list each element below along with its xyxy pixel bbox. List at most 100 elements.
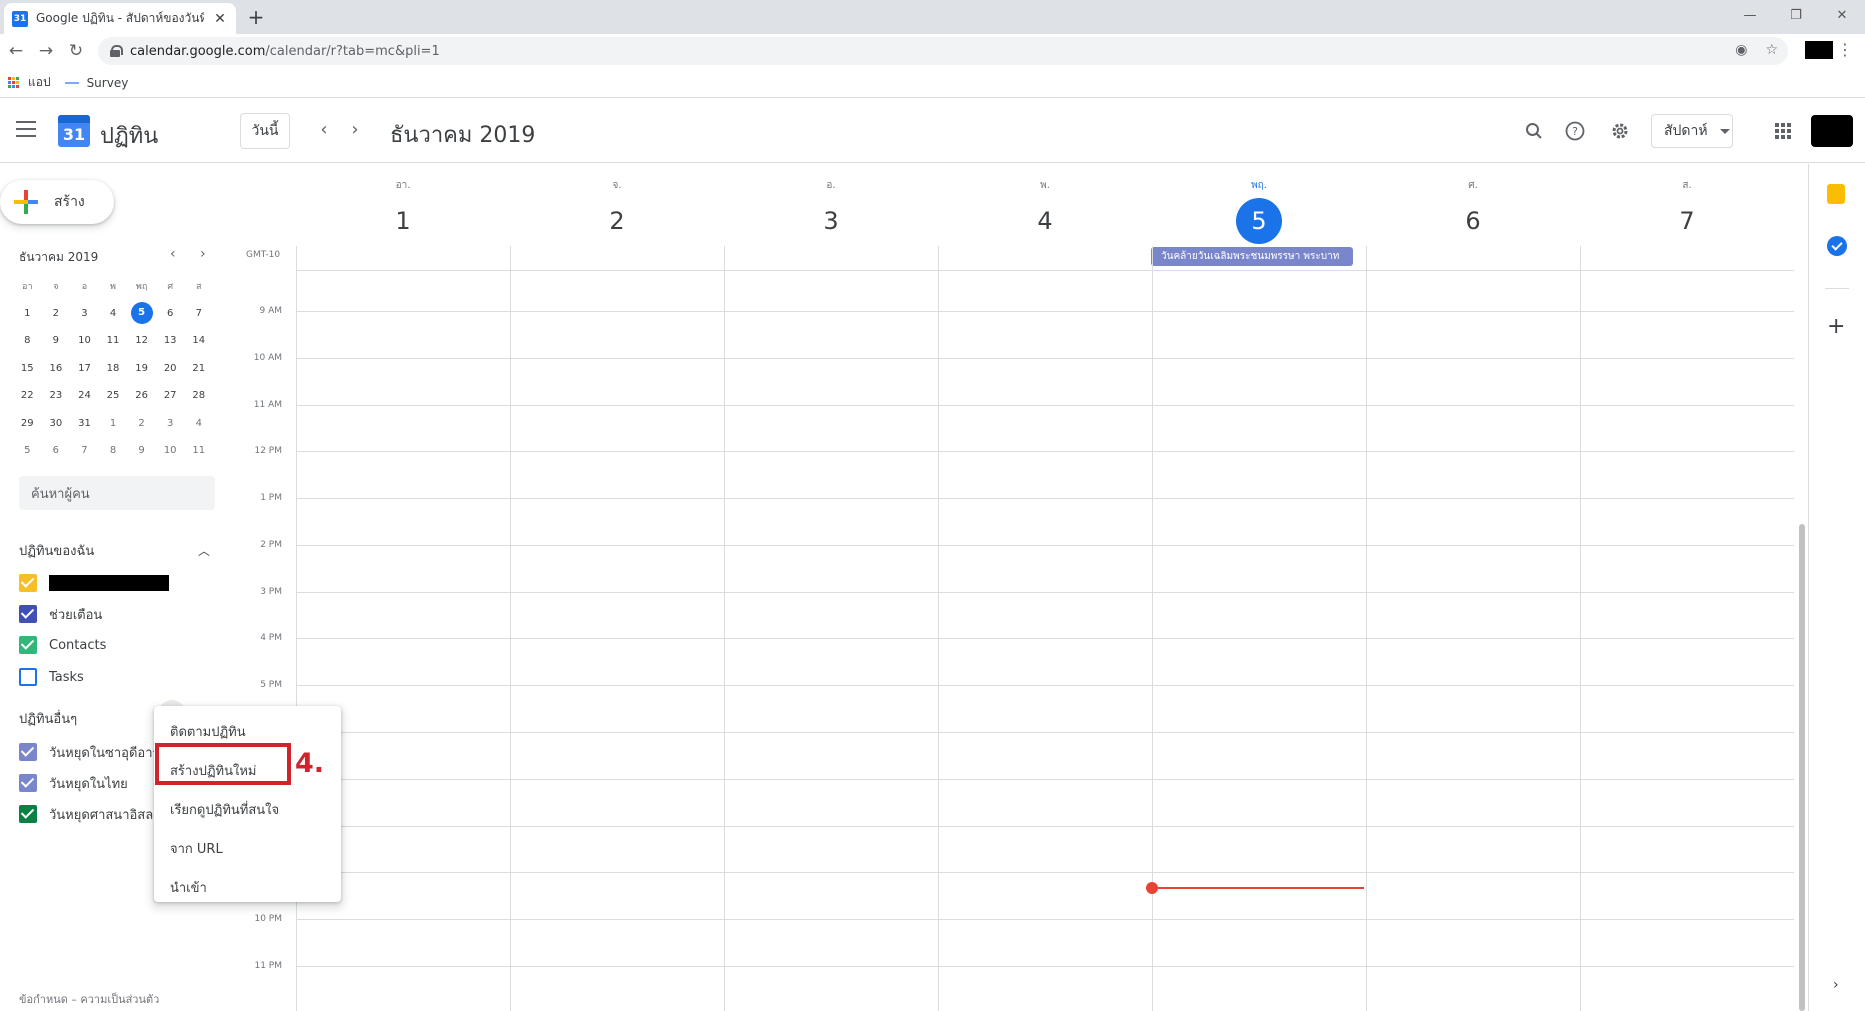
mini-next-month-icon[interactable]: ›: [200, 246, 206, 262]
restore-icon[interactable]: ❐: [1773, 0, 1819, 30]
mini-day[interactable]: 9: [127, 445, 156, 456]
mini-day[interactable]: 14: [184, 335, 213, 346]
window-close-icon[interactable]: ✕: [1819, 0, 1865, 30]
mini-day[interactable]: 6: [42, 445, 71, 456]
mini-day[interactable]: 5: [13, 445, 42, 456]
calendar-item[interactable]: [19, 572, 169, 594]
day-header-today[interactable]: พฤ. 5: [1152, 178, 1366, 244]
day-number-today[interactable]: 5: [1236, 198, 1282, 244]
bookmark-apps[interactable]: แอป: [8, 73, 51, 92]
mini-day[interactable]: 7: [184, 308, 213, 319]
reload-icon[interactable]: ↻: [62, 37, 90, 65]
mini-day[interactable]: 28: [184, 390, 213, 401]
gear-icon[interactable]: [1606, 117, 1634, 145]
eye-icon[interactable]: ◉: [1735, 42, 1747, 58]
back-arrow-icon[interactable]: ←: [2, 37, 30, 65]
day-number[interactable]: 3: [808, 198, 854, 244]
mini-day[interactable]: 29: [13, 418, 42, 429]
mini-day[interactable]: 11: [184, 445, 213, 456]
day-number[interactable]: 6: [1450, 198, 1496, 244]
mini-day[interactable]: 24: [70, 390, 99, 401]
calendar-item[interactable]: Tasks: [19, 666, 84, 688]
calendar-item[interactable]: ช่วยเตือน: [19, 603, 102, 625]
forward-arrow-icon[interactable]: →: [32, 37, 60, 65]
mini-day[interactable]: 25: [99, 390, 128, 401]
browser-tab[interactable]: 31 Google ปฏิทิน - สัปดาห์ของวันที่ 1 ธั…: [4, 3, 236, 34]
mini-day[interactable]: 4: [184, 418, 213, 429]
day-number[interactable]: 4: [1022, 198, 1068, 244]
mini-day[interactable]: 10: [156, 445, 185, 456]
checkbox[interactable]: [19, 574, 37, 592]
mini-day[interactable]: 7: [70, 445, 99, 456]
mini-day[interactable]: 11: [99, 335, 128, 346]
menu-item-from-url[interactable]: จาก URL: [154, 829, 341, 868]
mini-day[interactable]: 23: [42, 390, 71, 401]
day-header[interactable]: ส. 7: [1580, 178, 1794, 244]
mini-day[interactable]: 30: [42, 418, 71, 429]
browser-menu-icon[interactable]: ⋮: [1837, 40, 1853, 59]
google-apps-icon[interactable]: [1775, 123, 1791, 139]
mini-day[interactable]: 1: [99, 418, 128, 429]
calendar-item[interactable]: วันหยุดศาสนาอิสลาม: [19, 803, 169, 825]
mini-day[interactable]: 4: [99, 308, 128, 319]
checkbox[interactable]: [19, 668, 37, 686]
mini-day[interactable]: 8: [99, 445, 128, 456]
mini-day[interactable]: 17: [70, 363, 99, 374]
day-header[interactable]: อ. 3: [724, 178, 938, 244]
view-selector[interactable]: สัปดาห์: [1651, 114, 1733, 148]
day-number[interactable]: 1: [380, 198, 426, 244]
address-bar[interactable]: calendar.google.com/calendar/r?tab=mc&pl…: [98, 37, 1788, 65]
close-icon[interactable]: ✕: [212, 11, 228, 27]
create-button[interactable]: สร้าง: [0, 180, 114, 224]
today-button[interactable]: วันนี้: [240, 113, 290, 149]
mini-day[interactable]: 8: [13, 335, 42, 346]
menu-item-browse-calendars[interactable]: เรียกดูปฏิทินที่สนใจ: [154, 790, 341, 829]
browser-profile-avatar[interactable]: [1805, 41, 1833, 59]
mini-day[interactable]: 18: [99, 363, 128, 374]
chevron-up-icon[interactable]: ︿: [198, 542, 210, 559]
search-icon[interactable]: [1520, 117, 1548, 145]
chevron-right-icon[interactable]: ›: [1833, 977, 1839, 993]
help-icon[interactable]: ?: [1561, 117, 1589, 145]
mini-day[interactable]: 6: [156, 308, 185, 319]
day-header[interactable]: พ. 4: [938, 178, 1152, 244]
keep-icon[interactable]: [1827, 184, 1845, 204]
mini-day[interactable]: 9: [42, 335, 71, 346]
week-grid[interactable]: [296, 246, 1794, 1011]
checkbox[interactable]: [19, 774, 37, 792]
mini-day[interactable]: 1: [13, 308, 42, 319]
mini-day[interactable]: 2: [42, 308, 71, 319]
avatar[interactable]: [1811, 115, 1853, 147]
mini-day[interactable]: 3: [70, 308, 99, 319]
mini-day[interactable]: 20: [156, 363, 185, 374]
mini-day[interactable]: 3: [156, 418, 185, 429]
next-week-icon[interactable]: ›: [343, 119, 367, 143]
mini-day[interactable]: 26: [127, 390, 156, 401]
tasks-icon[interactable]: [1827, 236, 1847, 256]
mini-day[interactable]: 15: [13, 363, 42, 374]
checkbox[interactable]: [19, 636, 37, 654]
checkbox[interactable]: [19, 805, 37, 823]
minimize-icon[interactable]: —: [1727, 0, 1773, 30]
mini-day[interactable]: 21: [184, 363, 213, 374]
day-header[interactable]: อา. 1: [296, 178, 510, 244]
search-people-input[interactable]: ค้นหาผู้คน: [19, 476, 215, 510]
day-number[interactable]: 2: [594, 198, 640, 244]
mini-prev-month-icon[interactable]: ‹: [170, 246, 176, 262]
mini-day[interactable]: 16: [42, 363, 71, 374]
mini-day[interactable]: 2: [127, 418, 156, 429]
mini-day[interactable]: 13: [156, 335, 185, 346]
calendar-item[interactable]: Contacts: [19, 634, 106, 656]
mini-day[interactable]: 12: [127, 335, 156, 346]
checkbox[interactable]: [19, 743, 37, 761]
menu-item-import[interactable]: นำเข้า: [154, 868, 341, 907]
new-tab-button[interactable]: +: [244, 6, 268, 30]
checkbox[interactable]: [19, 605, 37, 623]
day-header[interactable]: ศ. 6: [1366, 178, 1580, 244]
mini-day[interactable]: 10: [70, 335, 99, 346]
day-number[interactable]: 7: [1664, 198, 1710, 244]
mini-day-selected[interactable]: 5: [127, 302, 156, 325]
mini-day[interactable]: 31: [70, 418, 99, 429]
bookmark-survey[interactable]: Survey: [64, 76, 128, 90]
add-addon-icon[interactable]: +: [1827, 314, 1845, 339]
